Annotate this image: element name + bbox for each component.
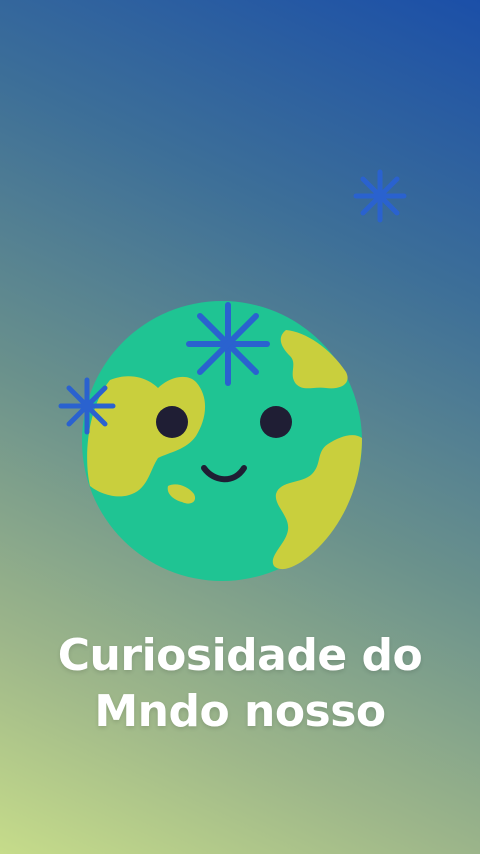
title-line-1: Curiosidade do <box>57 630 423 681</box>
title-line-2: Mndo nosso <box>94 686 386 737</box>
sparkle-icon <box>186 302 270 386</box>
page-title: Curiosidade do Mndo nosso <box>0 628 480 740</box>
globe-left-eye <box>156 406 188 438</box>
sparkle-icon <box>58 377 116 435</box>
sparkle-icon <box>353 169 407 223</box>
globe-right-eye <box>260 406 292 438</box>
